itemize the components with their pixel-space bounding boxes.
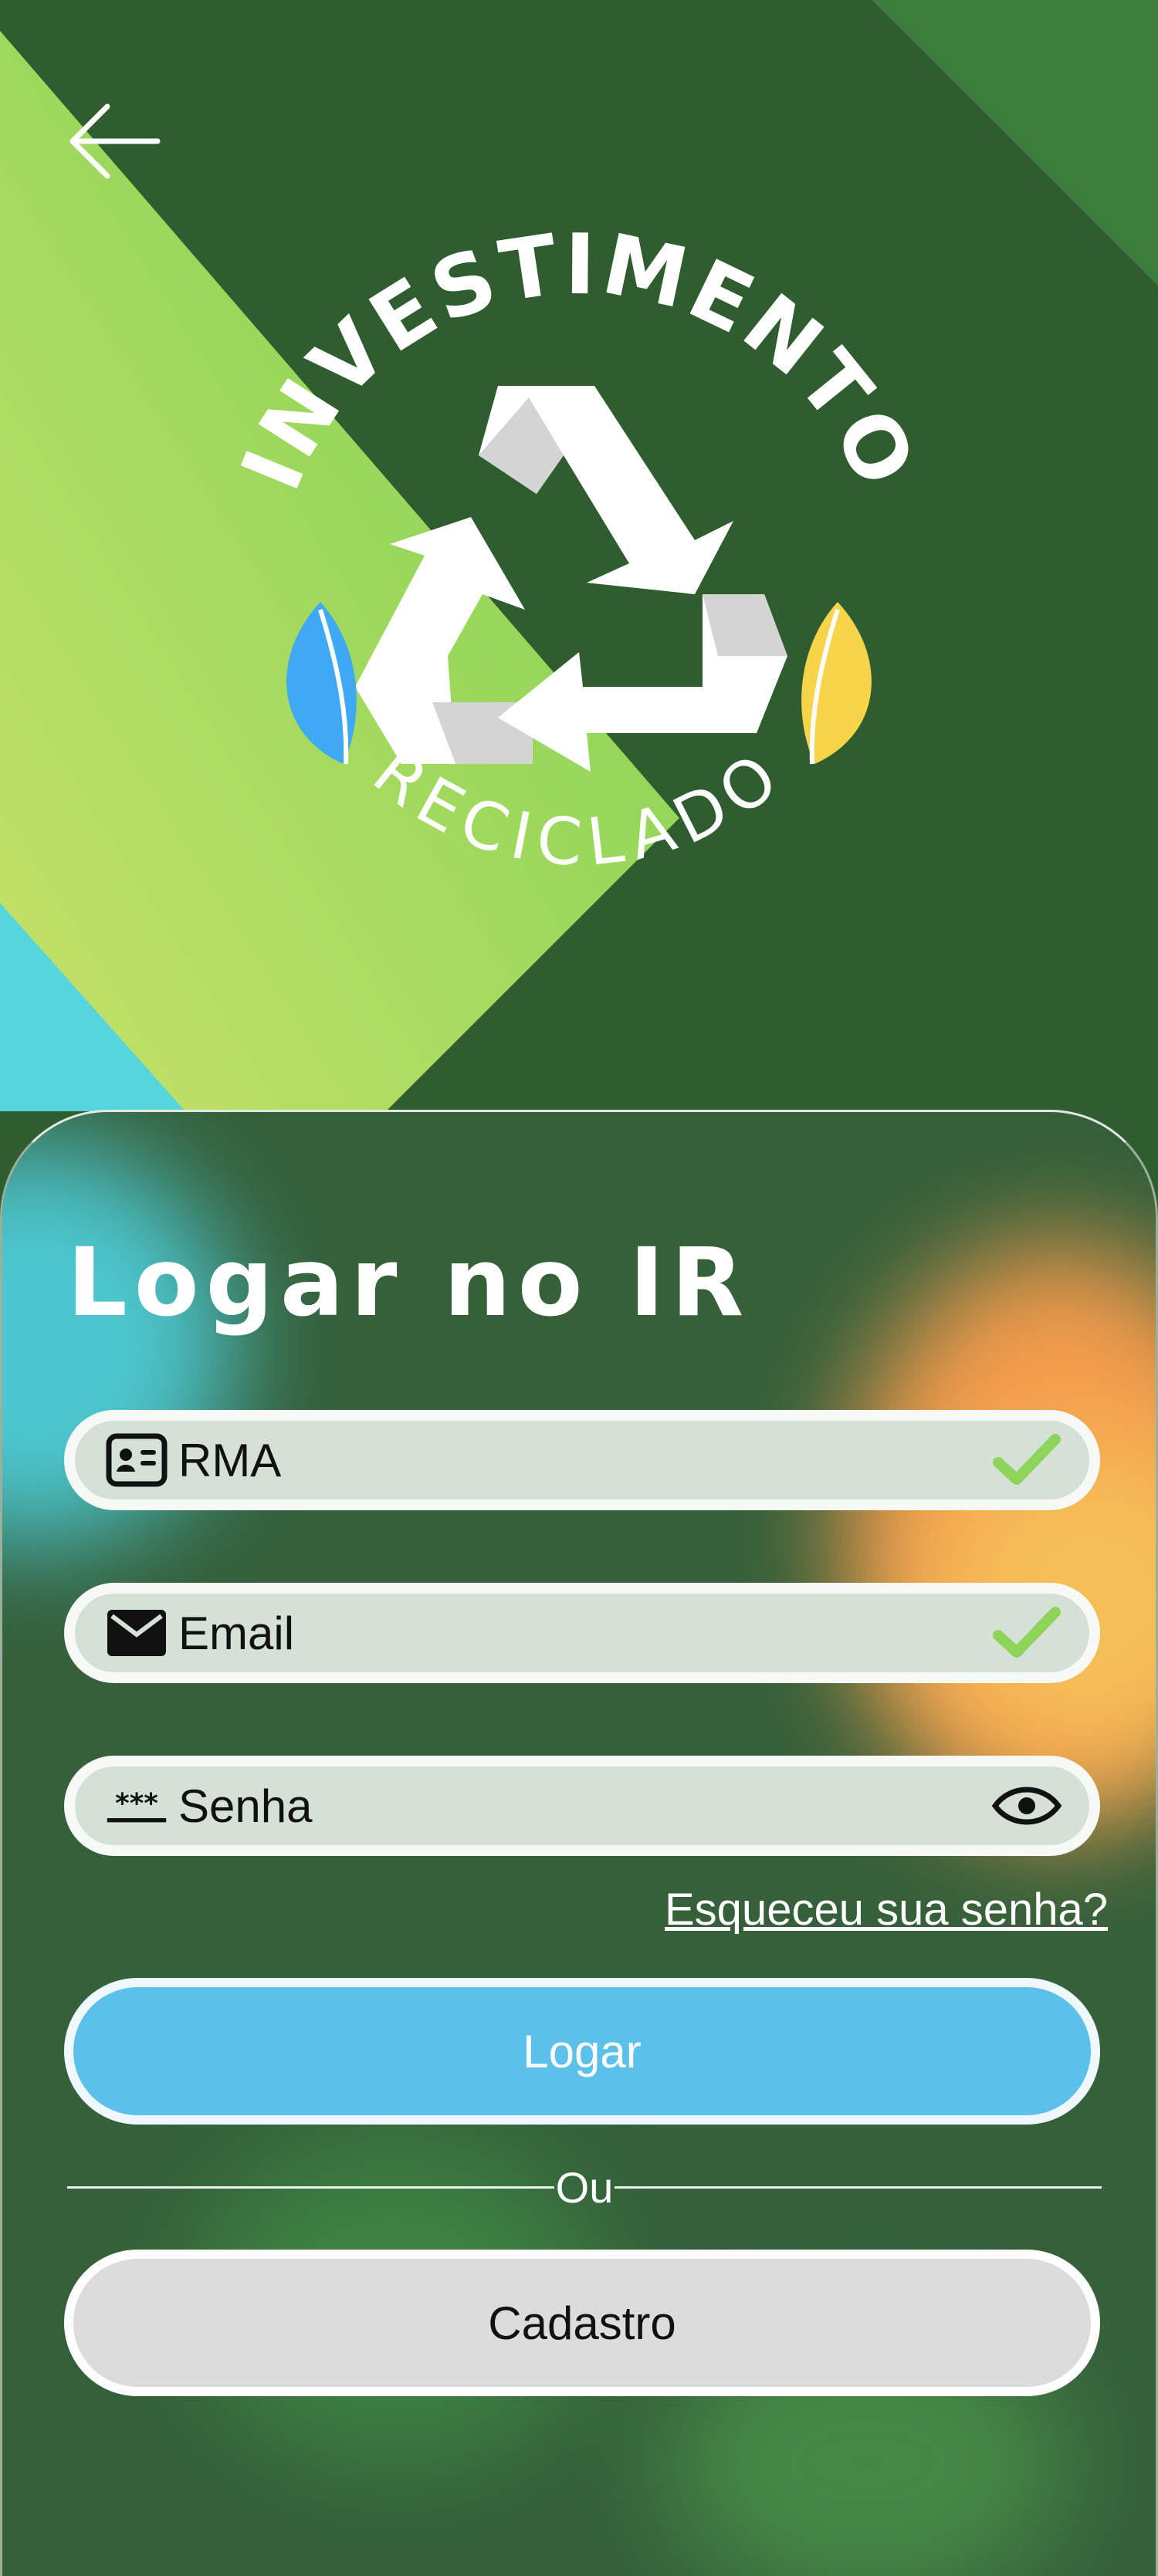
password-field[interactable]: *** Senha — [64, 1756, 1100, 1856]
svg-text:***: *** — [115, 1788, 158, 1820]
page-title: Logar no IR — [67, 1228, 751, 1337]
login-button[interactable]: Logar — [64, 1978, 1100, 2125]
yellow-leaf-icon — [801, 602, 872, 765]
email-field[interactable]: Email — [64, 1583, 1100, 1683]
check-icon — [984, 1598, 1069, 1668]
forgot-password-link[interactable]: Esqueceu sua senha? — [665, 1884, 1108, 1935]
divider-line — [67, 2186, 554, 2189]
signup-button[interactable]: Cadastro — [64, 2250, 1100, 2396]
password-field-label: Senha — [178, 1780, 313, 1832]
app-logo: INVESTIMENTO RECICLADO — [223, 216, 934, 965]
blue-leaf-icon — [286, 602, 357, 765]
back-button[interactable] — [65, 99, 165, 184]
id-card-icon — [106, 1429, 168, 1491]
recycle-icon — [355, 386, 787, 772]
check-icon — [984, 1425, 1069, 1495]
rma-field[interactable]: RMA — [64, 1410, 1100, 1510]
or-divider: Ou — [67, 2160, 1102, 2214]
eye-icon[interactable] — [984, 1771, 1069, 1841]
login-card: Logar no IR RMA Email *** Senha Esqueceu… — [0, 1110, 1158, 2576]
rma-field-label: RMA — [178, 1434, 282, 1486]
password-icon: *** — [106, 1775, 168, 1837]
mail-icon — [106, 1602, 168, 1664]
divider-text: Ou — [555, 2162, 614, 2212]
email-field-label: Email — [178, 1607, 295, 1659]
arrow-left-icon — [69, 103, 161, 179]
divider-line — [615, 2186, 1102, 2189]
